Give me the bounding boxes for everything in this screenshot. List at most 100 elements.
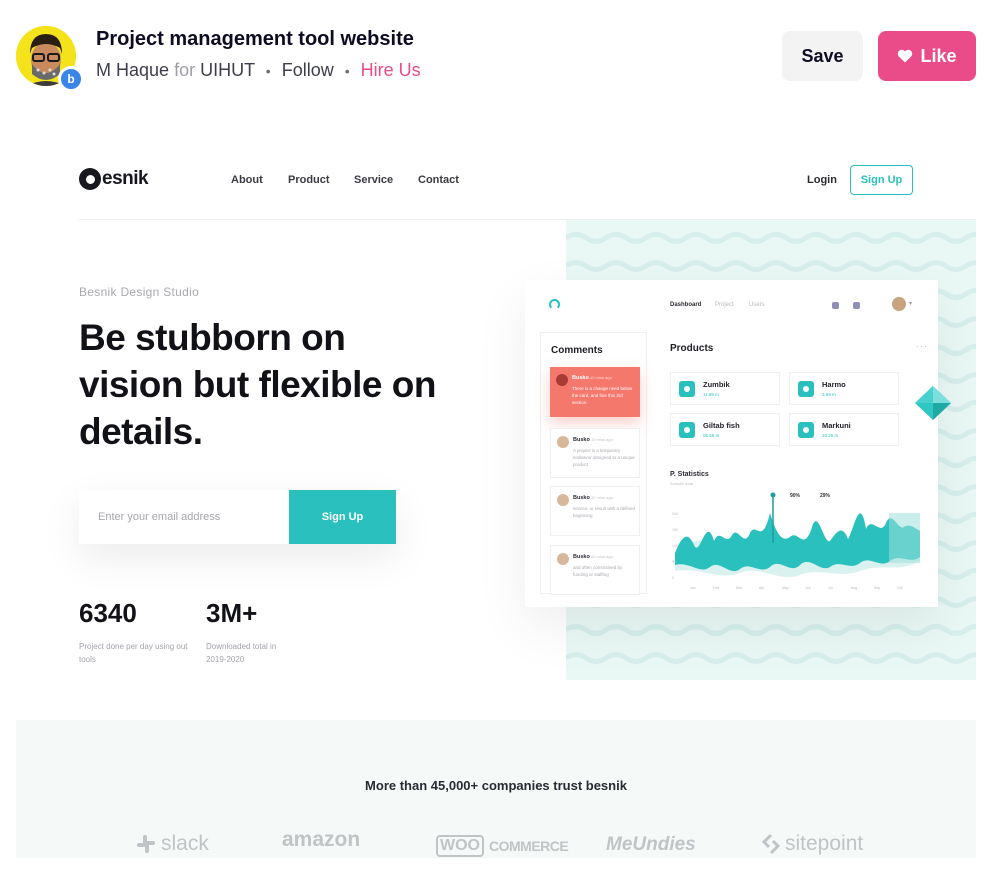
comments-panel: Comments Busko 10 mins ago There is a ch… — [540, 332, 647, 595]
chart-y-tick-label: 0 — [672, 576, 674, 580]
chart-badge: 29% — [820, 493, 831, 499]
trust-title: More than 45,000+ companies trust besnik — [365, 778, 627, 793]
more-options-icon[interactable]: ··· — [916, 341, 928, 351]
nav-product[interactable]: Product — [288, 174, 330, 186]
email-signup-button[interactable]: Sign Up — [289, 490, 396, 544]
dash-tab-dashboard[interactable]: Dashboard — [670, 302, 701, 308]
stat-projects-value: 6340 — [79, 598, 137, 628]
slack-logo: slack — [136, 832, 209, 856]
statistics-title: P. Statistics — [670, 471, 709, 478]
decorative-gem-icon — [915, 386, 951, 420]
woo-wordmark: WOO — [436, 835, 484, 857]
comment-card[interactable]: Busko 10 mins ago service, or result wit… — [550, 486, 640, 536]
comment-text: service, or result with a defined beginn… — [573, 506, 636, 518]
commenter-name: Busko — [573, 437, 590, 443]
amazon-wordmark: amazon — [282, 828, 361, 851]
logo-mark-icon — [79, 168, 101, 190]
dash-notification-icon[interactable] — [832, 302, 839, 309]
shot-canvas: esnik About Product Service Contact Logi… — [16, 118, 976, 858]
product-icon — [679, 381, 695, 397]
comment-time: 10 mins ago — [591, 554, 613, 559]
chart-x-tick-label: Aug — [851, 586, 857, 590]
product-card[interactable]: Giltab fish 05.65 m — [670, 413, 780, 446]
chart-x-tick-label: Apr — [759, 586, 765, 590]
comment-text: There is a change need below the card, a… — [572, 386, 633, 405]
follow-link[interactable]: Follow — [282, 60, 334, 80]
author-avatar[interactable]: b — [16, 26, 84, 92]
logo-text: esnik — [102, 168, 149, 189]
product-name: Giltab fish — [703, 421, 740, 430]
chart-y-tick-label: 200 — [672, 512, 678, 516]
comment-card[interactable]: Busko 10 mins ago and often constrained … — [550, 545, 640, 595]
chart-x-tick-label: Jan — [690, 586, 696, 590]
commenter-avatar — [557, 436, 569, 448]
slack-wordmark: slack — [161, 832, 209, 855]
sitepoint-icon — [762, 833, 780, 855]
dash-message-icon[interactable] — [853, 302, 860, 309]
comment-card[interactable]: Busko 10 mins ago A project is a tempora… — [550, 428, 640, 478]
shot-title: Project management tool website — [96, 28, 414, 50]
comment-time: 10 mins ago — [591, 495, 613, 500]
commenter-avatar — [557, 553, 569, 565]
product-card[interactable]: Harmo 3.59 m — [789, 372, 899, 405]
for-label: for — [174, 60, 196, 80]
product-meta: 05.65 m — [703, 433, 720, 438]
chart-y-tick-label: 150 — [672, 528, 678, 532]
hero-eyebrow: Besnik Design Studio — [79, 285, 200, 299]
chevron-down-icon[interactable]: ▾ — [909, 300, 912, 307]
separator-dot: • — [344, 63, 350, 79]
product-meta: 11.65 m — [703, 392, 719, 397]
comment-time: 10 mins ago — [590, 375, 612, 380]
product-card[interactable]: Markuni 16.25 m — [789, 413, 899, 446]
nav-contact[interactable]: Contact — [418, 174, 459, 186]
team-link[interactable]: UIHUT — [200, 60, 255, 80]
sitepoint-wordmark: sitepoint — [785, 832, 864, 855]
chart-x-tick-label: Jun — [805, 586, 811, 590]
heart-icon — [898, 49, 913, 63]
comment-card[interactable]: Busko 10 mins ago There is a change need… — [550, 367, 640, 417]
stat-downloads-desc: Downloaded total in 2019-2020 — [206, 642, 277, 664]
woocommerce-logo: WOO COMMERCE — [436, 835, 569, 857]
product-name: Markuni — [822, 421, 851, 430]
dashboard-logo-icon — [549, 299, 560, 310]
product-card[interactable]: Zumbik 11.65 m — [670, 372, 780, 405]
comment-time: 10 mins ago — [591, 437, 613, 442]
statistics-chart: 90% 29% 200 150 100 50 0 Jan Feb Mar Apr May Jun J… — [672, 492, 920, 590]
email-signup-form: Sign Up — [79, 490, 396, 544]
nav-about[interactable]: About — [231, 174, 263, 186]
product-icon — [798, 422, 814, 438]
chart-x-tick-label: Jul — [828, 586, 833, 590]
dash-user-avatar[interactable] — [892, 297, 906, 311]
products-title: Products — [670, 343, 714, 354]
nav-signup-button[interactable]: Sign Up — [850, 165, 913, 195]
comment-text: A project is a temporary endeavor design… — [573, 448, 635, 467]
stat-downloads-value: 3M+ — [206, 598, 258, 628]
product-name: Harmo — [822, 380, 846, 389]
dash-tab-users[interactable]: Users — [749, 302, 765, 308]
commenter-avatar — [556, 374, 568, 386]
team-badge-icon: b — [58, 66, 84, 92]
email-input[interactable] — [79, 490, 289, 544]
besnik-logo[interactable]: esnik — [79, 168, 149, 190]
comment-text: and often constrained by funding or staf… — [573, 565, 623, 577]
save-button[interactable]: Save — [782, 31, 863, 81]
chart-main-area — [675, 513, 920, 572]
chart-marker-dot — [770, 492, 776, 498]
commenter-name: Busko — [573, 495, 590, 501]
author-link[interactable]: M Haque — [96, 60, 169, 80]
product-meta: 16.25 m — [822, 433, 839, 438]
commerce-wordmark: COMMERCE — [489, 838, 569, 854]
hire-us-link[interactable]: Hire Us — [361, 60, 421, 80]
dash-tab-project[interactable]: Project — [715, 302, 734, 308]
trusted-by-section: More than 45,000+ companies trust besnik… — [16, 720, 976, 858]
nav-service[interactable]: Service — [354, 174, 393, 186]
meundies-wordmark: MeUndies — [606, 834, 696, 855]
sitepoint-logo: sitepoint — [762, 832, 863, 856]
like-button[interactable]: Like — [878, 31, 976, 81]
shot-meta: M Haque for UIHUT • Follow • Hire Us — [96, 60, 421, 81]
login-link[interactable]: Login — [807, 174, 837, 186]
comments-title: Comments — [551, 345, 603, 356]
chart-highlight-band — [889, 513, 920, 563]
chart-x-tick-label: Mar — [736, 586, 743, 590]
chart-y-tick-label: 100 — [672, 544, 678, 548]
